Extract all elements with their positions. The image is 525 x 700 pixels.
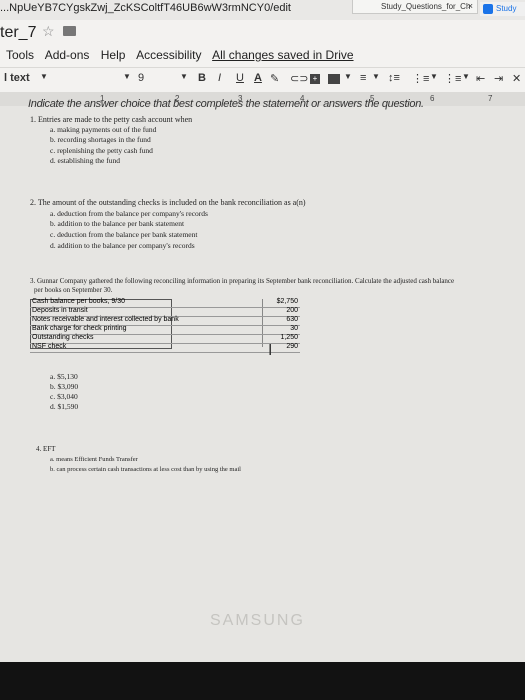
row-value: 200 [286,307,298,314]
row-label: Outstanding checks [32,334,94,341]
q1-option-c: c. replenishing the petty cash fund [50,146,153,155]
chevron-down-icon[interactable]: ▼ [123,72,131,81]
q1-option-b: b. recording shortages in the fund [50,135,151,144]
tab-label: Study_Questions_for_Ch [381,2,471,11]
menu-addons[interactable]: Add-ons [45,48,90,62]
browser-tab-study[interactable]: Study [480,2,525,16]
instruction-text: Indicate the answer choice that best com… [28,98,424,110]
q2-option-c: c. deduction from the balance per bank s… [50,230,198,239]
row-value: 290 [286,343,298,350]
italic-button[interactable]: I [218,72,221,84]
monitor-bezel [0,662,525,700]
q2-option-a: a. deduction from the balance per compan… [50,209,208,218]
row-label: Deposits in transit [32,307,88,314]
row-value: 630 [286,316,298,323]
numbered-list-icon[interactable]: ⋮≡ [412,72,429,85]
monitor-brand-logo: SAMSUNG [210,612,305,629]
bulleted-list-icon[interactable]: ⋮≡ [444,72,461,85]
browser-tab[interactable]: Study_Questions_for_Ch × [352,0,478,14]
q1-option-d: d. establishing the fund [50,156,120,165]
formatting-toolbar: l text ▼ ▼ 9 ▼ B I U A ✎ ⊂⊃ + ▼ ≡ ▼ ↕≡ ⋮… [0,67,525,93]
question-2: 2. The amount of the outstanding checks … [30,198,306,207]
chevron-down-icon[interactable]: ▼ [430,72,438,81]
row-label: NSF check [32,343,67,350]
table-row: NSF check 290 [30,343,300,353]
q3-option-b: b. $3,090 [50,382,79,391]
link-icon[interactable]: ⊂⊃ [290,72,308,85]
q3-option-d: d. $1,590 [50,402,79,411]
save-status[interactable]: All changes saved in Drive [212,48,353,62]
url-text[interactable]: ...NpUeYB7CYgskZwj_ZcKSColtfT46UB6wW3rmN… [0,2,291,14]
chevron-down-icon[interactable]: ▼ [180,72,188,81]
question-3-continued: per books on September 30. [34,286,113,294]
document-title[interactable]: ter_7 [0,24,36,42]
image-icon[interactable] [328,74,340,84]
chevron-down-icon[interactable]: ▼ [40,72,48,81]
font-size-field[interactable]: 9 [138,72,144,84]
star-icon[interactable]: ☆ [42,23,55,40]
increase-indent-icon[interactable]: ⇥ [494,72,503,85]
folder-icon[interactable] [63,26,76,36]
chevron-down-icon[interactable]: ▼ [462,72,470,81]
bold-button[interactable]: B [198,72,206,84]
q3-option-a: a. $5,130 [50,372,78,381]
chevron-down-icon[interactable]: ▼ [344,72,352,81]
menu-help[interactable]: Help [101,48,126,62]
ruler-mark: 6 [430,94,435,103]
row-value: 30 [290,325,298,332]
q2-option-b: b. addition to the balance per bank stat… [50,219,185,228]
row-label: Notes receivable and interest collected … [32,316,179,323]
tab2-label: Study [496,4,517,13]
decrease-indent-icon[interactable]: ⇤ [476,72,485,85]
q2-option-d: d. addition to the balance per company's… [50,241,195,250]
underline-button[interactable]: U [236,72,244,84]
text-color-button[interactable]: A [254,72,262,84]
document-canvas[interactable]: 1 2 3 4 5 6 7 Indicate the answer choice… [0,92,525,662]
text-cursor-icon: I [268,342,273,359]
table-row: Outstanding checks 1,250 [30,334,300,344]
menu-bar: Tools Add-ons Help Accessibility All cha… [6,48,362,62]
question-4: 4. EFT [36,445,56,453]
docs-icon [483,4,493,14]
q4-option-b: b. can process certain cash transactions… [50,466,241,473]
docs-header: ter_7 ☆ Tools Add-ons Help Accessibility… [0,20,525,93]
q1-option-a: a. making payments out of the fund [50,125,157,134]
menu-tools[interactable]: Tools [6,48,34,62]
close-icon[interactable]: × [468,0,473,13]
row-value: 1,250 [280,334,298,341]
question-1: 1. Entries are made to the petty cash ac… [30,115,193,124]
row-label: Bank charge for check printing [32,325,127,332]
highlight-icon[interactable]: ✎ [270,72,279,85]
row-value: $2,750 [276,298,298,305]
menu-accessibility[interactable]: Accessibility [136,48,201,62]
line-spacing-icon[interactable]: ↕≡ [388,72,400,84]
ruler-mark: 7 [488,94,493,103]
reconciliation-table: Cash balance per books, 9/30 $2,750 Depos… [30,298,300,353]
q3-option-c: c. $3,040 [50,392,78,401]
row-label: Cash balance per books, 9/30 [32,298,126,305]
style-select[interactable]: l text [4,72,30,84]
q4-option-a: a. means Efficient Funds Transfer [50,456,138,463]
comment-icon[interactable]: + [310,74,320,84]
chevron-down-icon[interactable]: ▼ [372,72,380,81]
align-icon[interactable]: ≡ [360,72,366,84]
clear-formatting-icon[interactable]: ✕ [512,72,521,85]
